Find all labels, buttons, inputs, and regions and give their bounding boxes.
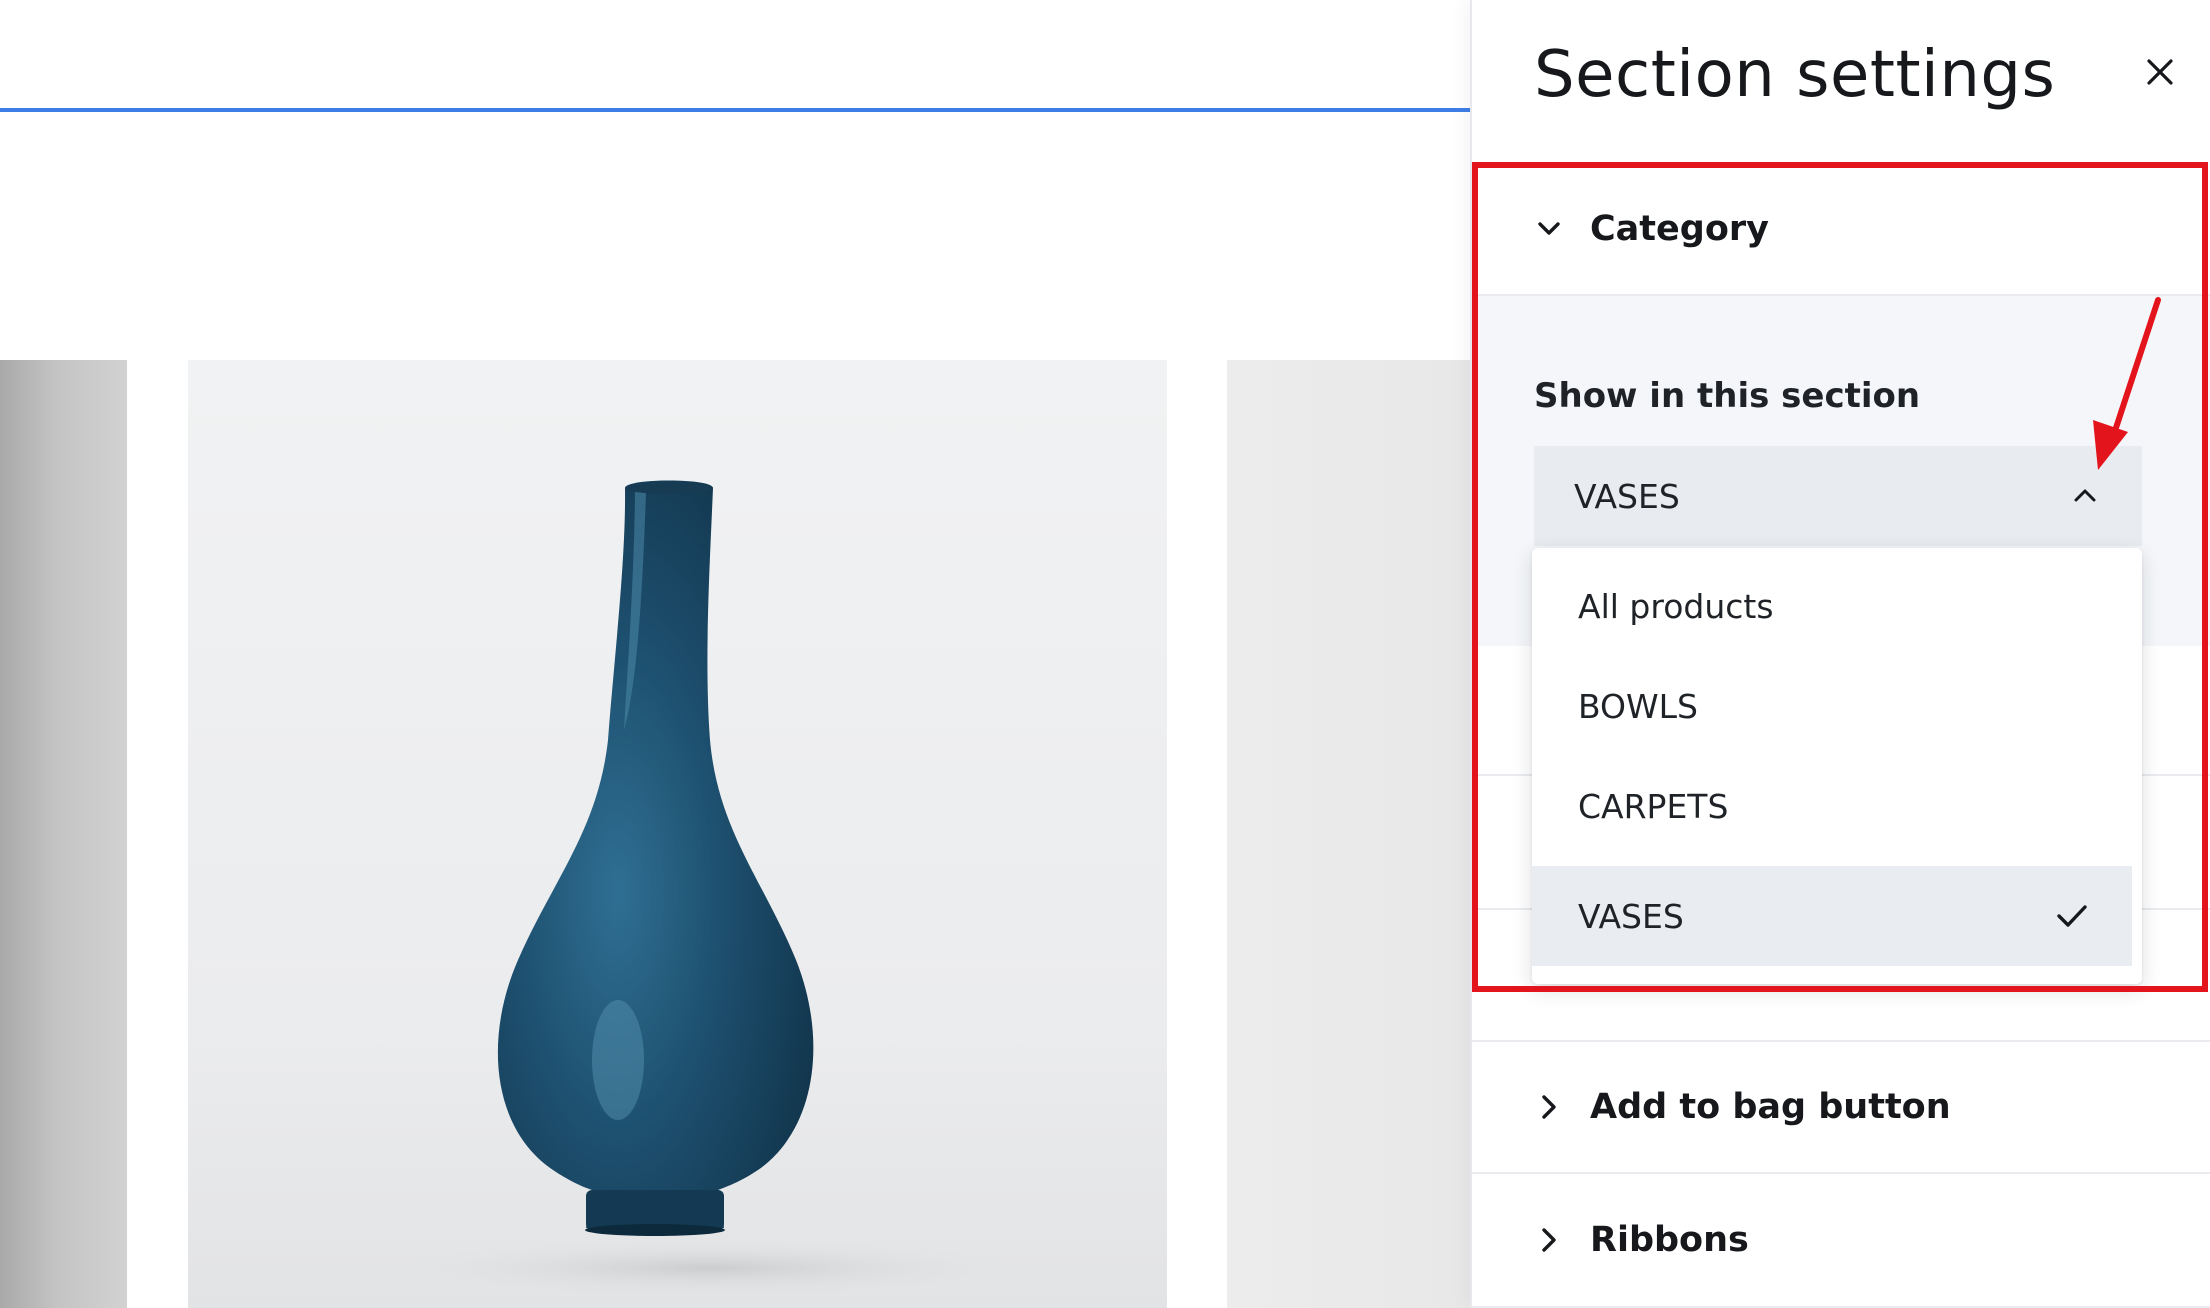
close-icon: [2147, 59, 2173, 85]
add-to-bag-section-header[interactable]: Add to bag button: [1472, 1042, 2210, 1174]
dropdown-option-vases[interactable]: VASES: [1532, 866, 2132, 966]
dropdown-option-label: All products: [1578, 586, 1774, 626]
category-select[interactable]: VASES: [1534, 446, 2142, 546]
checkmark-icon: [2052, 896, 2092, 936]
section-selection-line: [0, 108, 1470, 112]
dropdown-option-label: BOWLS: [1578, 686, 1698, 726]
category-section-title: Category: [1590, 209, 1769, 249]
ribbons-section-header[interactable]: Ribbons: [1472, 1174, 2210, 1308]
blue-vase-image: [378, 480, 1038, 1298]
category-section-header[interactable]: Category: [1472, 164, 2210, 296]
product-image-right[interactable]: [1227, 360, 1470, 1308]
dropdown-option-carpets[interactable]: CARPETS: [1532, 756, 2132, 856]
chevron-right-icon: [1532, 1090, 1566, 1124]
chevron-up-icon: [2068, 479, 2102, 513]
dropdown-option-label: VASES: [1578, 896, 1684, 936]
chevron-down-icon: [1532, 212, 1566, 246]
category-select-value: VASES: [1574, 476, 1680, 516]
product-image-left[interactable]: [0, 360, 127, 1308]
chevron-right-icon: [1532, 1223, 1566, 1257]
ribbons-section-title: Ribbons: [1590, 1220, 1749, 1260]
add-to-bag-section-title: Add to bag button: [1590, 1087, 1951, 1127]
category-dropdown-menu: All products BOWLS CARPETS VASES: [1532, 548, 2142, 984]
product-image-vase[interactable]: [188, 360, 1167, 1308]
panel-title: Section settings: [1534, 38, 2056, 112]
dropdown-option-label: CARPETS: [1578, 786, 1729, 826]
show-in-section-label: Show in this section: [1534, 376, 1921, 416]
dropdown-option-bowls[interactable]: BOWLS: [1532, 656, 2132, 756]
close-button[interactable]: [2132, 44, 2188, 100]
page-canvas: [0, 0, 1470, 1308]
dropdown-option-all-products[interactable]: All products: [1532, 556, 2132, 656]
